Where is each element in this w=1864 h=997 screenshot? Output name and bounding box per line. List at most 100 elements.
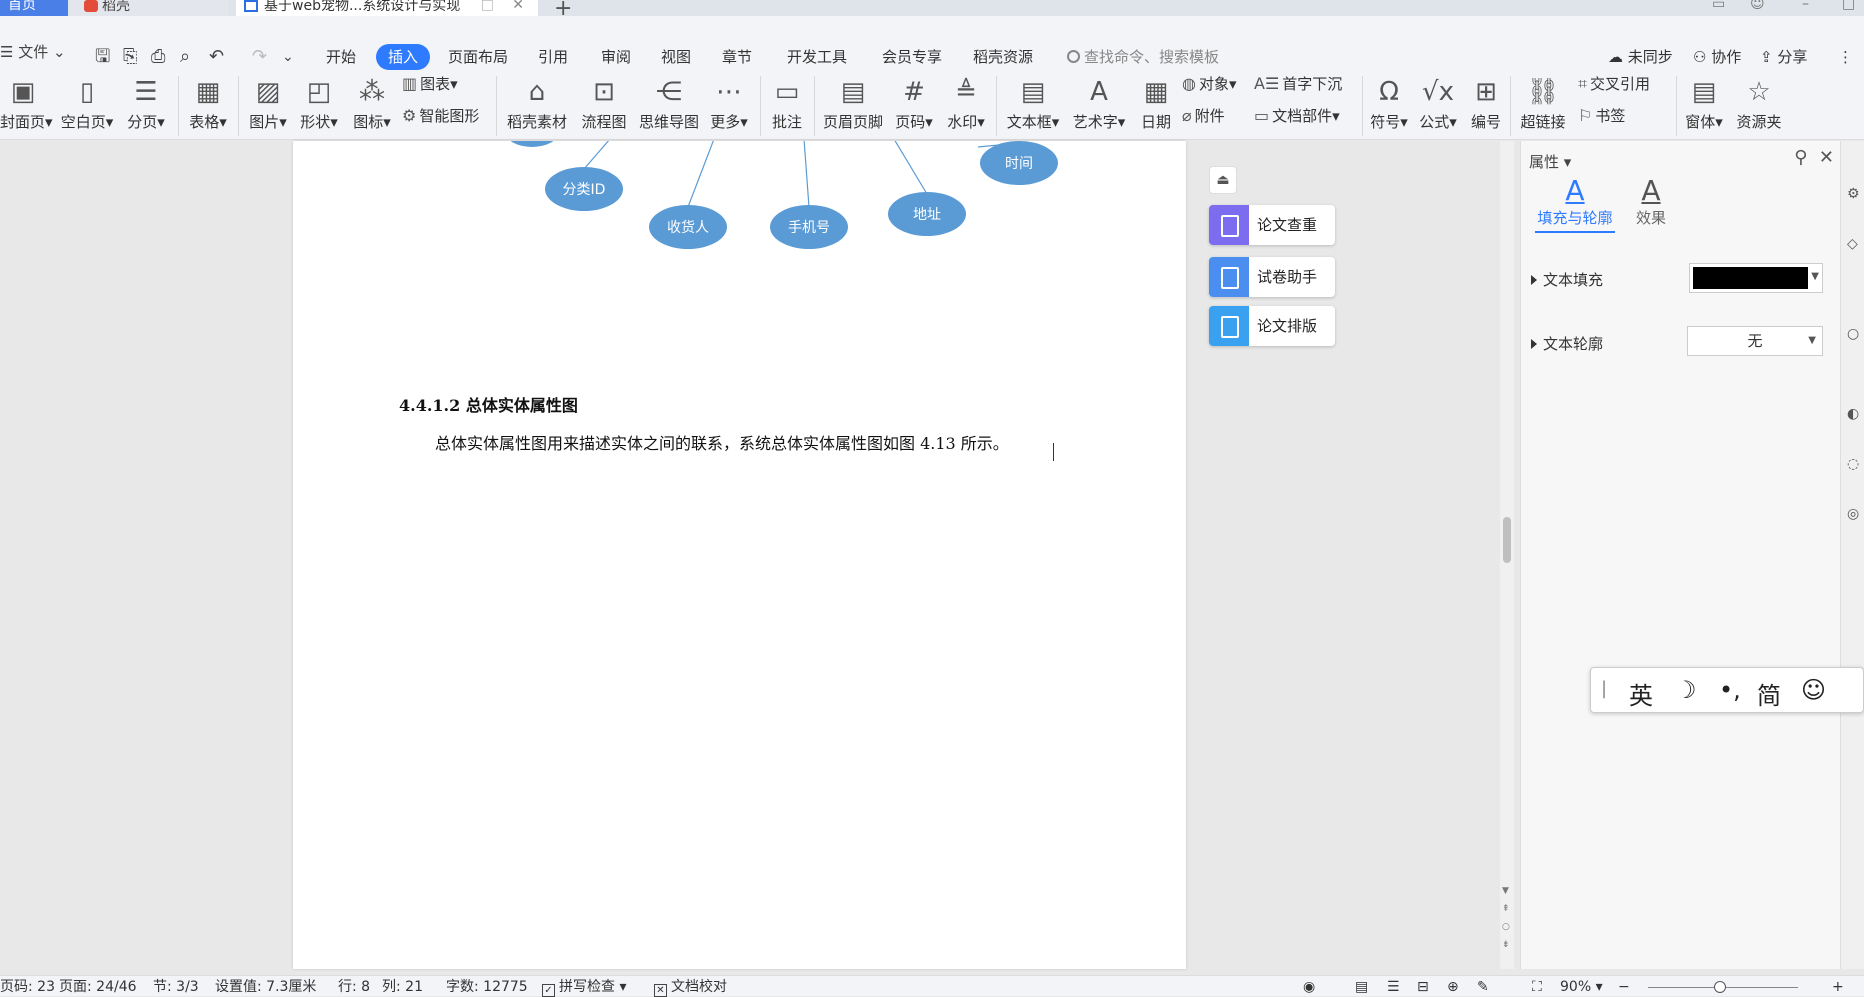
plagiarism-check-button[interactable]: 论文查重 [1209, 205, 1335, 245]
smart-graphic-button[interactable]: ⚙ 智能图形 [402, 106, 479, 126]
punctuation-icon[interactable]: •, [1719, 676, 1741, 704]
tab-fill-outline[interactable]: A 填充与轮廓 [1535, 175, 1615, 228]
menu-reference[interactable]: 引用 [538, 44, 568, 70]
side-tool-icon[interactable]: ◇ [1847, 236, 1858, 252]
tab-document[interactable]: 基于web宠物...系统设计与实现 □ ✕ [236, 0, 538, 16]
side-tool-icon[interactable]: ○ [1847, 326, 1859, 342]
side-tool-icon[interactable]: ◐ [1847, 406, 1859, 422]
close-tab-icon[interactable]: ✕ [512, 0, 524, 12]
menu-chapter[interactable]: 章节 [722, 44, 752, 70]
scrollbar-thumb[interactable] [1503, 517, 1511, 563]
maximize-icon[interactable]: □ [1842, 0, 1855, 16]
sync-status[interactable]: ☁ 未同步 [1608, 44, 1673, 70]
more-menu-icon[interactable]: ⋮ [1838, 44, 1853, 70]
vertical-scrollbar[interactable]: ▼ ⇞ ○ ⇟ [1500, 141, 1514, 969]
dropcap-button[interactable]: A☰ 首字下沉 [1254, 74, 1342, 94]
command-search[interactable]: 查找命令、搜索模板 [1067, 44, 1219, 70]
zoom-slider-thumb[interactable] [1714, 981, 1726, 993]
ime-simplified-toggle[interactable]: 简 [1757, 676, 1781, 711]
blank-page-button[interactable]: ▯ 空白页▾ [58, 72, 116, 132]
ime-drag-handle[interactable]: | [1601, 678, 1607, 699]
more-button[interactable]: ⋯ 更多▾ [706, 72, 752, 132]
doc-proof-button[interactable]: ✕ 文档校对 [654, 977, 727, 997]
bookmark-button[interactable]: ⚐ 书签 [1578, 106, 1625, 126]
print-preview-icon[interactable]: ⌕ [180, 48, 190, 66]
panel-title[interactable]: 属性 ▾ [1529, 151, 1571, 172]
redo-icon[interactable]: ↷ [252, 48, 267, 66]
object-button[interactable]: ◍ 对象▾ [1182, 74, 1237, 94]
comment-button[interactable]: ▭ 批注 [768, 72, 806, 132]
collaborate-button[interactable]: ⚇ 协作 [1693, 44, 1741, 70]
header-footer-button[interactable]: ▤ 页眉页脚 [822, 72, 884, 132]
resource-folder-button[interactable]: ☆ 资源夹 [1734, 72, 1784, 132]
menu-start[interactable]: 开始 [326, 44, 356, 70]
numbering-button[interactable]: ⊞ 编号 [1468, 72, 1504, 132]
text-fill-color-picker[interactable]: ▼ [1689, 263, 1823, 293]
zoom-level[interactable]: 90% ▾ [1560, 977, 1603, 997]
status-word-count[interactable]: 字数: 12775 [446, 977, 528, 997]
doc-parts-button[interactable]: ▭ 文档部件▾ [1254, 106, 1340, 126]
picture-button[interactable]: ▨ 图片▾ [246, 72, 290, 132]
text-fill-row[interactable]: 文本填充 [1531, 269, 1603, 290]
zoom-out-icon[interactable]: − [1618, 977, 1630, 997]
document-page[interactable]: 分类ID 收货人 手机号 地址 时间 4.4.1.2 总体实体属性图 总体实体属性图用来… [293, 141, 1186, 969]
menu-daoke-resources[interactable]: 稻壳资源 [973, 44, 1033, 70]
cross-ref-button[interactable]: ⌗ 交叉引用 [1578, 74, 1650, 94]
collapse-assistant-button[interactable]: ⏏ [1209, 166, 1237, 194]
eye-protection-icon[interactable]: ◉ [1303, 977, 1315, 997]
cover-page-button[interactable]: ▣ 封面页▾ [0, 72, 53, 132]
symbol-button[interactable]: Ω 符号▾ [1368, 72, 1410, 132]
emoji-icon[interactable]: ☺ [1801, 676, 1826, 704]
wordart-button[interactable]: A 艺术字▾ [1070, 72, 1128, 132]
chart-button[interactable]: ▥ 图表▾ [402, 74, 458, 94]
text-outline-row[interactable]: 文本轮廓 [1531, 333, 1603, 354]
avatar[interactable]: ☺ [1750, 0, 1765, 16]
date-button[interactable]: ▦ 日期 [1136, 72, 1176, 132]
watermark-button[interactable]: ≜ 水印▾ [944, 72, 988, 132]
pin-icon[interactable]: □ [481, 0, 494, 12]
menu-view[interactable]: 视图 [661, 44, 691, 70]
window-layout-icon[interactable]: ▭ [1712, 0, 1725, 16]
close-panel-icon[interactable]: ✕ [1819, 147, 1834, 168]
exam-assistant-button[interactable]: 试卷助手 [1209, 257, 1335, 297]
body-paragraph[interactable]: 总体实体属性图用来描述实体之间的联系，系统总体实体属性图如图 4.13 所示。 [435, 430, 1009, 454]
status-page[interactable]: 页面: 24/46 [59, 977, 137, 997]
shape-button[interactable]: ◰ 形状▾ [297, 72, 341, 132]
moon-icon[interactable]: ☽ [1675, 676, 1697, 704]
hyperlink-button[interactable]: ⛓ 超链接 [1516, 72, 1570, 132]
pen-icon[interactable]: ✎ [1477, 977, 1489, 997]
flowchart-button[interactable]: ⊡ 流程图 [579, 72, 629, 132]
reading-view-icon[interactable]: ⊟ [1417, 977, 1429, 997]
undo-icon[interactable]: ↶ [209, 48, 224, 66]
next-page-icon[interactable]: ⇟ [1502, 940, 1510, 950]
export-pdf-icon[interactable]: ⎘ [123, 48, 137, 66]
menu-insert[interactable]: 插入 [376, 44, 431, 70]
page-view-icon[interactable]: ▤ [1355, 977, 1368, 997]
file-menu[interactable]: ☰ 文件 ⌄ [0, 43, 66, 61]
page-break-button[interactable]: ☰ 分页▾ [124, 72, 168, 132]
minimize-icon[interactable]: – [1802, 0, 1809, 16]
formula-button[interactable]: √x 公式▾ [1416, 72, 1460, 132]
tab-effects[interactable]: A 效果 [1631, 175, 1671, 228]
tab-home[interactable]: 首页 [0, 0, 68, 16]
menu-page-layout[interactable]: 页面布局 [448, 44, 508, 70]
textbox-button[interactable]: ▤ 文本框▾ [1004, 72, 1062, 132]
zoom-in-icon[interactable]: + [1832, 977, 1844, 997]
pin-panel-icon[interactable]: ⚲ [1794, 147, 1807, 168]
window-form-button[interactable]: ▤ 窗体▾ [1682, 72, 1726, 132]
print-icon[interactable]: ⎙ [151, 48, 165, 66]
spell-check-button[interactable]: ✓ 拼写检查 ▾ [542, 977, 626, 997]
share-button[interactable]: ⇪ 分享 [1760, 44, 1807, 70]
text-outline-select[interactable]: 无 ▼ [1687, 326, 1823, 356]
page-number-button[interactable]: # 页码▾ [892, 72, 936, 132]
icon-button[interactable]: ⁂ 图标▾ [350, 72, 394, 132]
scroll-down-icon[interactable]: ▼ [1502, 886, 1509, 896]
ime-lang-toggle[interactable]: 英 [1629, 676, 1653, 711]
outline-view-icon[interactable]: ☰ [1387, 977, 1400, 997]
menu-review[interactable]: 审阅 [601, 44, 631, 70]
menu-dev-tools[interactable]: 开发工具 [787, 44, 847, 70]
select-browse-icon[interactable]: ○ [1502, 922, 1510, 932]
attachment-button[interactable]: ⌀ 附件 [1182, 106, 1225, 126]
fit-page-icon[interactable]: ⛶ [1532, 977, 1542, 997]
web-view-icon[interactable]: ⊕ [1447, 977, 1459, 997]
